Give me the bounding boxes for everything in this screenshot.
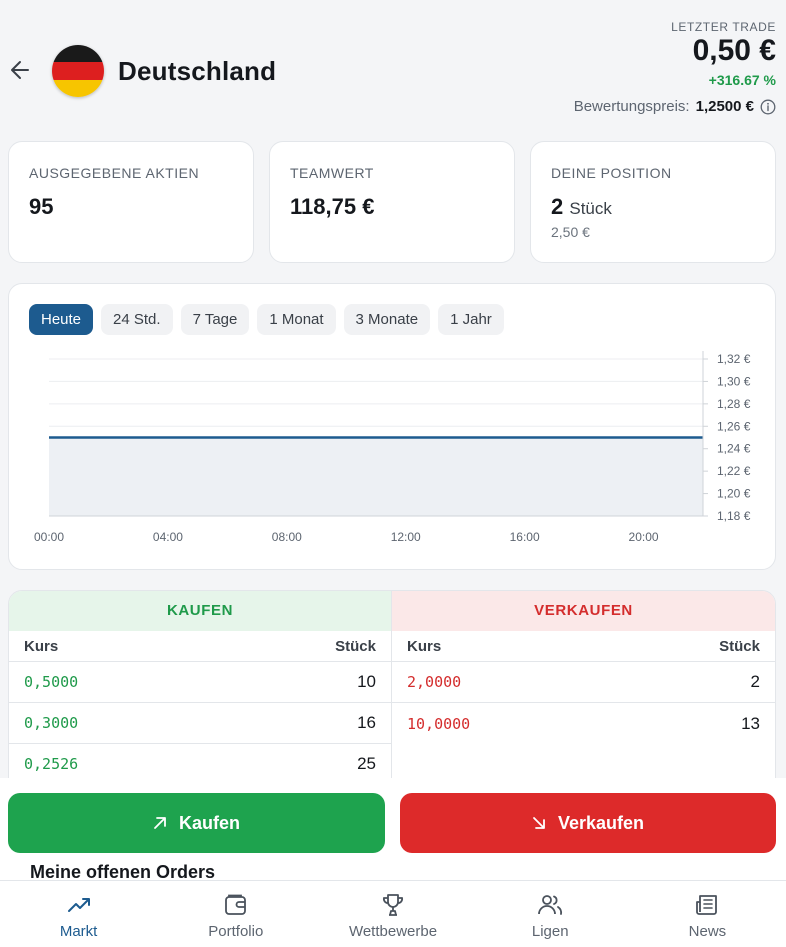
price-change: +316.67 % [708,72,776,88]
nav-label: Portfolio [208,923,264,940]
y-tick-label: 1,20 € [717,487,751,501]
col-qty: Stück [335,637,376,655]
stat-value: 95 [29,194,54,219]
column-headers: Kurs Stück [9,631,391,662]
nav-item-markt[interactable]: Markt [0,881,157,947]
y-tick-label: 1,26 € [717,419,751,433]
arrow-left-icon [11,61,29,79]
order-book: KAUFEN Kurs Stück 0,5000 10 0,3000 16 0,… [8,590,776,780]
stat-value: 118,75 € [290,194,375,219]
bottom-nav: Markt Portfolio Wettbewerbe Ligen News [0,880,786,947]
wallet-icon [224,894,246,915]
nav-item-wettbewerbe[interactable]: Wettbewerbe [314,881,471,947]
arrow-up-right-icon [154,817,166,829]
buy-order-row[interactable]: 0,5000 10 [9,662,391,703]
stat-label: TEAMWERT [290,165,374,181]
position-count: 2 [551,194,564,219]
back-button[interactable] [8,56,34,84]
col-price: Kurs [24,637,59,655]
y-tick-label: 1,22 € [717,464,751,478]
x-tick-label: 16:00 [510,530,540,544]
valuation-price: Bewertungspreis: 1,2500 € [574,98,776,115]
stat-card-my-position: DEINE POSITION 2 Stück 2,50 € [530,141,776,263]
col-qty: Stück [719,637,760,655]
order-price: 2,0000 [407,673,462,691]
buy-orders-title: KAUFEN [9,591,391,631]
sell-button-label: Verkaufen [557,812,645,833]
order-price: 0,3000 [24,714,79,732]
y-tick-label: 1,30 € [717,374,751,388]
stat-label: DEINE POSITION [551,165,672,181]
position-unit: Stück [569,199,612,218]
position-value: 2,50 € [551,224,590,240]
buy-orders: KAUFEN Kurs Stück 0,5000 10 0,3000 16 0,… [9,591,392,779]
order-price: 0,5000 [24,673,79,691]
price-area [49,437,703,516]
nav-label: Markt [59,923,98,940]
nav-label: News [688,923,727,940]
x-tick-label: 20:00 [629,530,659,544]
order-qty: 2 [750,672,760,691]
order-price: 10,0000 [407,714,471,733]
col-price: Kurs [407,637,442,655]
order-qty: 25 [357,754,376,773]
order-qty: 16 [357,713,376,732]
y-tick-label: 1,28 € [717,397,751,411]
sell-orders-title: VERKAUFEN [392,591,775,631]
valuation-label: Bewertungspreis: [573,98,690,115]
y-tick-label: 1,32 € [717,352,751,366]
last-trade-price: 0,50 € [692,34,776,67]
y-tick-label: 1,18 € [717,509,751,523]
buy-order-row[interactable]: 0,2526 25 [9,744,391,779]
sell-order-row[interactable]: 10,0000 13 [392,703,775,744]
nav-label: Wettbewerbe [348,923,438,940]
buy-order-row[interactable]: 0,3000 16 [9,703,391,744]
price-chart: 1,32 € 1,30 € 1,28 € 1,26 € 1,24 € 1,22 € 1,20… [34,351,751,544]
stat-value: 2 Stück [551,194,612,220]
users-icon [538,895,563,915]
trending-up-icon [67,898,90,912]
x-tick-label: 08:00 [272,530,302,544]
valuation-value: 1,2500 € [695,98,754,115]
buy-button[interactable]: Kaufen [8,793,385,853]
order-qty: 10 [357,672,376,691]
germany-flag-icon [52,45,104,97]
stat-card-issued-shares: AUSGEGEBENE AKTIEN 95 [8,141,254,263]
nav-label: Ligen [531,923,569,940]
info-icon[interactable] [760,99,776,115]
newspaper-icon [696,895,718,915]
sell-orders: VERKAUFEN Kurs Stück 2,0000 2 10,0000 13 [392,591,775,779]
order-price: 0,2526 [24,755,79,773]
stat-card-team-value: TEAMWERT 118,75 € [269,141,515,263]
order-qty: 13 [741,713,760,733]
x-tick-label: 04:00 [153,530,183,544]
arrow-down-right-icon [533,817,545,829]
nav-item-portfolio[interactable]: Portfolio [157,881,314,947]
column-headers: Kurs Stück [392,631,775,662]
nav-item-ligen[interactable]: Ligen [472,881,629,947]
header: Deutschland LETZTER TRADE 0,50 € +316.67… [0,0,786,130]
price-chart-card: Heute 24 Std. 7 Tage 1 Monat 3 Monate 1 … [8,283,776,570]
action-bar: Meine offenen Orders Kaufen Verkaufen [0,778,786,882]
page-title: Deutschland [118,56,277,86]
stat-label: AUSGEGEBENE AKTIEN [29,165,200,181]
x-tick-label: 12:00 [391,530,421,544]
sell-button[interactable]: Verkaufen [400,793,776,853]
sell-order-row[interactable]: 2,0000 2 [392,662,775,703]
buy-button-label: Kaufen [178,812,240,833]
trophy-icon [383,894,403,916]
x-tick-label: 00:00 [34,530,64,544]
nav-item-news[interactable]: News [629,881,786,947]
y-tick-label: 1,24 € [717,442,751,456]
last-trade-label: LETZTER TRADE [671,20,776,34]
